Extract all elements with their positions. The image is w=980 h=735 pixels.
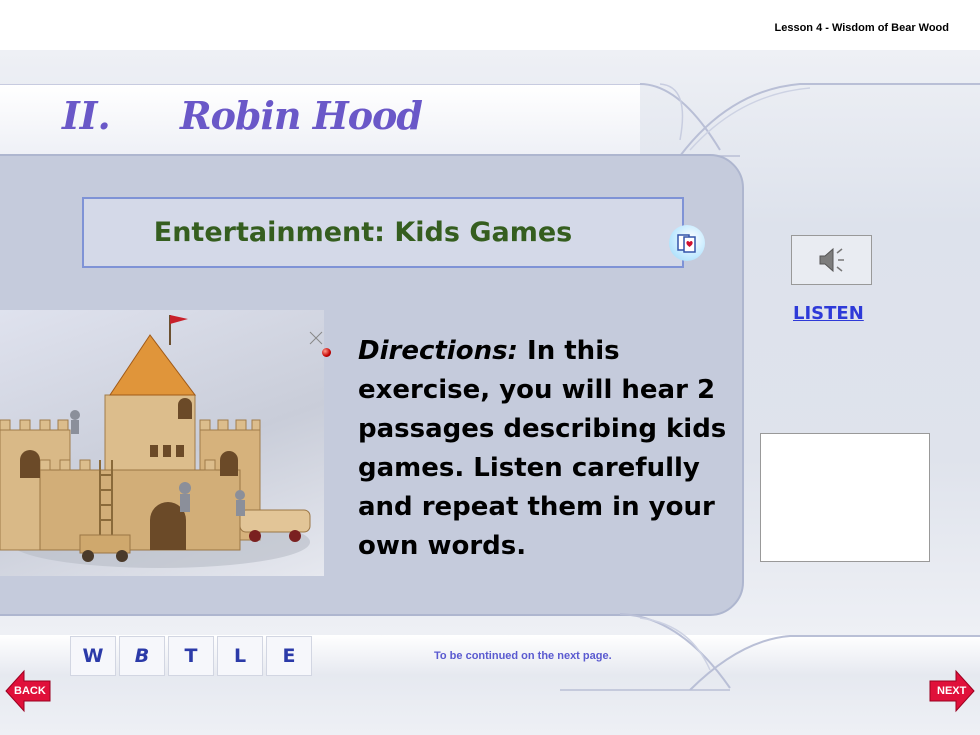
back-button[interactable]: BACK [14, 685, 46, 697]
nav-tab-l[interactable]: L [217, 636, 263, 676]
directions-label: Directions: [358, 336, 518, 366]
next-button[interactable]: NEXT [937, 685, 966, 697]
decorative-swoosh-bottom [560, 613, 980, 691]
playing-cards-icon[interactable] [669, 225, 705, 261]
castle-toy-image [0, 310, 324, 576]
speaker-icon [819, 247, 844, 273]
nav-tab-e[interactable]: E [266, 636, 312, 676]
directions-body: In this exercise, you will hear 2 passag… [358, 336, 727, 561]
continued-note: To be continued on the next page. [434, 650, 612, 662]
section-nav: W B T L E [70, 636, 312, 676]
subtitle-text: Entertainment: Kids Games [153, 217, 573, 248]
lesson-title: Lesson 4 - Wisdom of Bear Wood [774, 22, 950, 34]
nav-tab-w[interactable]: W [70, 636, 116, 676]
subtitle-box: Entertainment: Kids Games [82, 197, 684, 268]
directions-text: Directions: In this exercise, you will h… [358, 332, 748, 566]
nav-tab-t[interactable]: T [168, 636, 214, 676]
bullet-icon [322, 348, 331, 357]
section-number: II. [62, 93, 111, 138]
nav-tab-b[interactable]: B [119, 636, 165, 676]
section-title: Robin Hood [180, 93, 423, 138]
speaker-button[interactable] [791, 235, 872, 285]
listen-link[interactable]: LISTEN [793, 303, 864, 324]
cursor-icon [309, 331, 323, 345]
media-placeholder [760, 433, 930, 562]
